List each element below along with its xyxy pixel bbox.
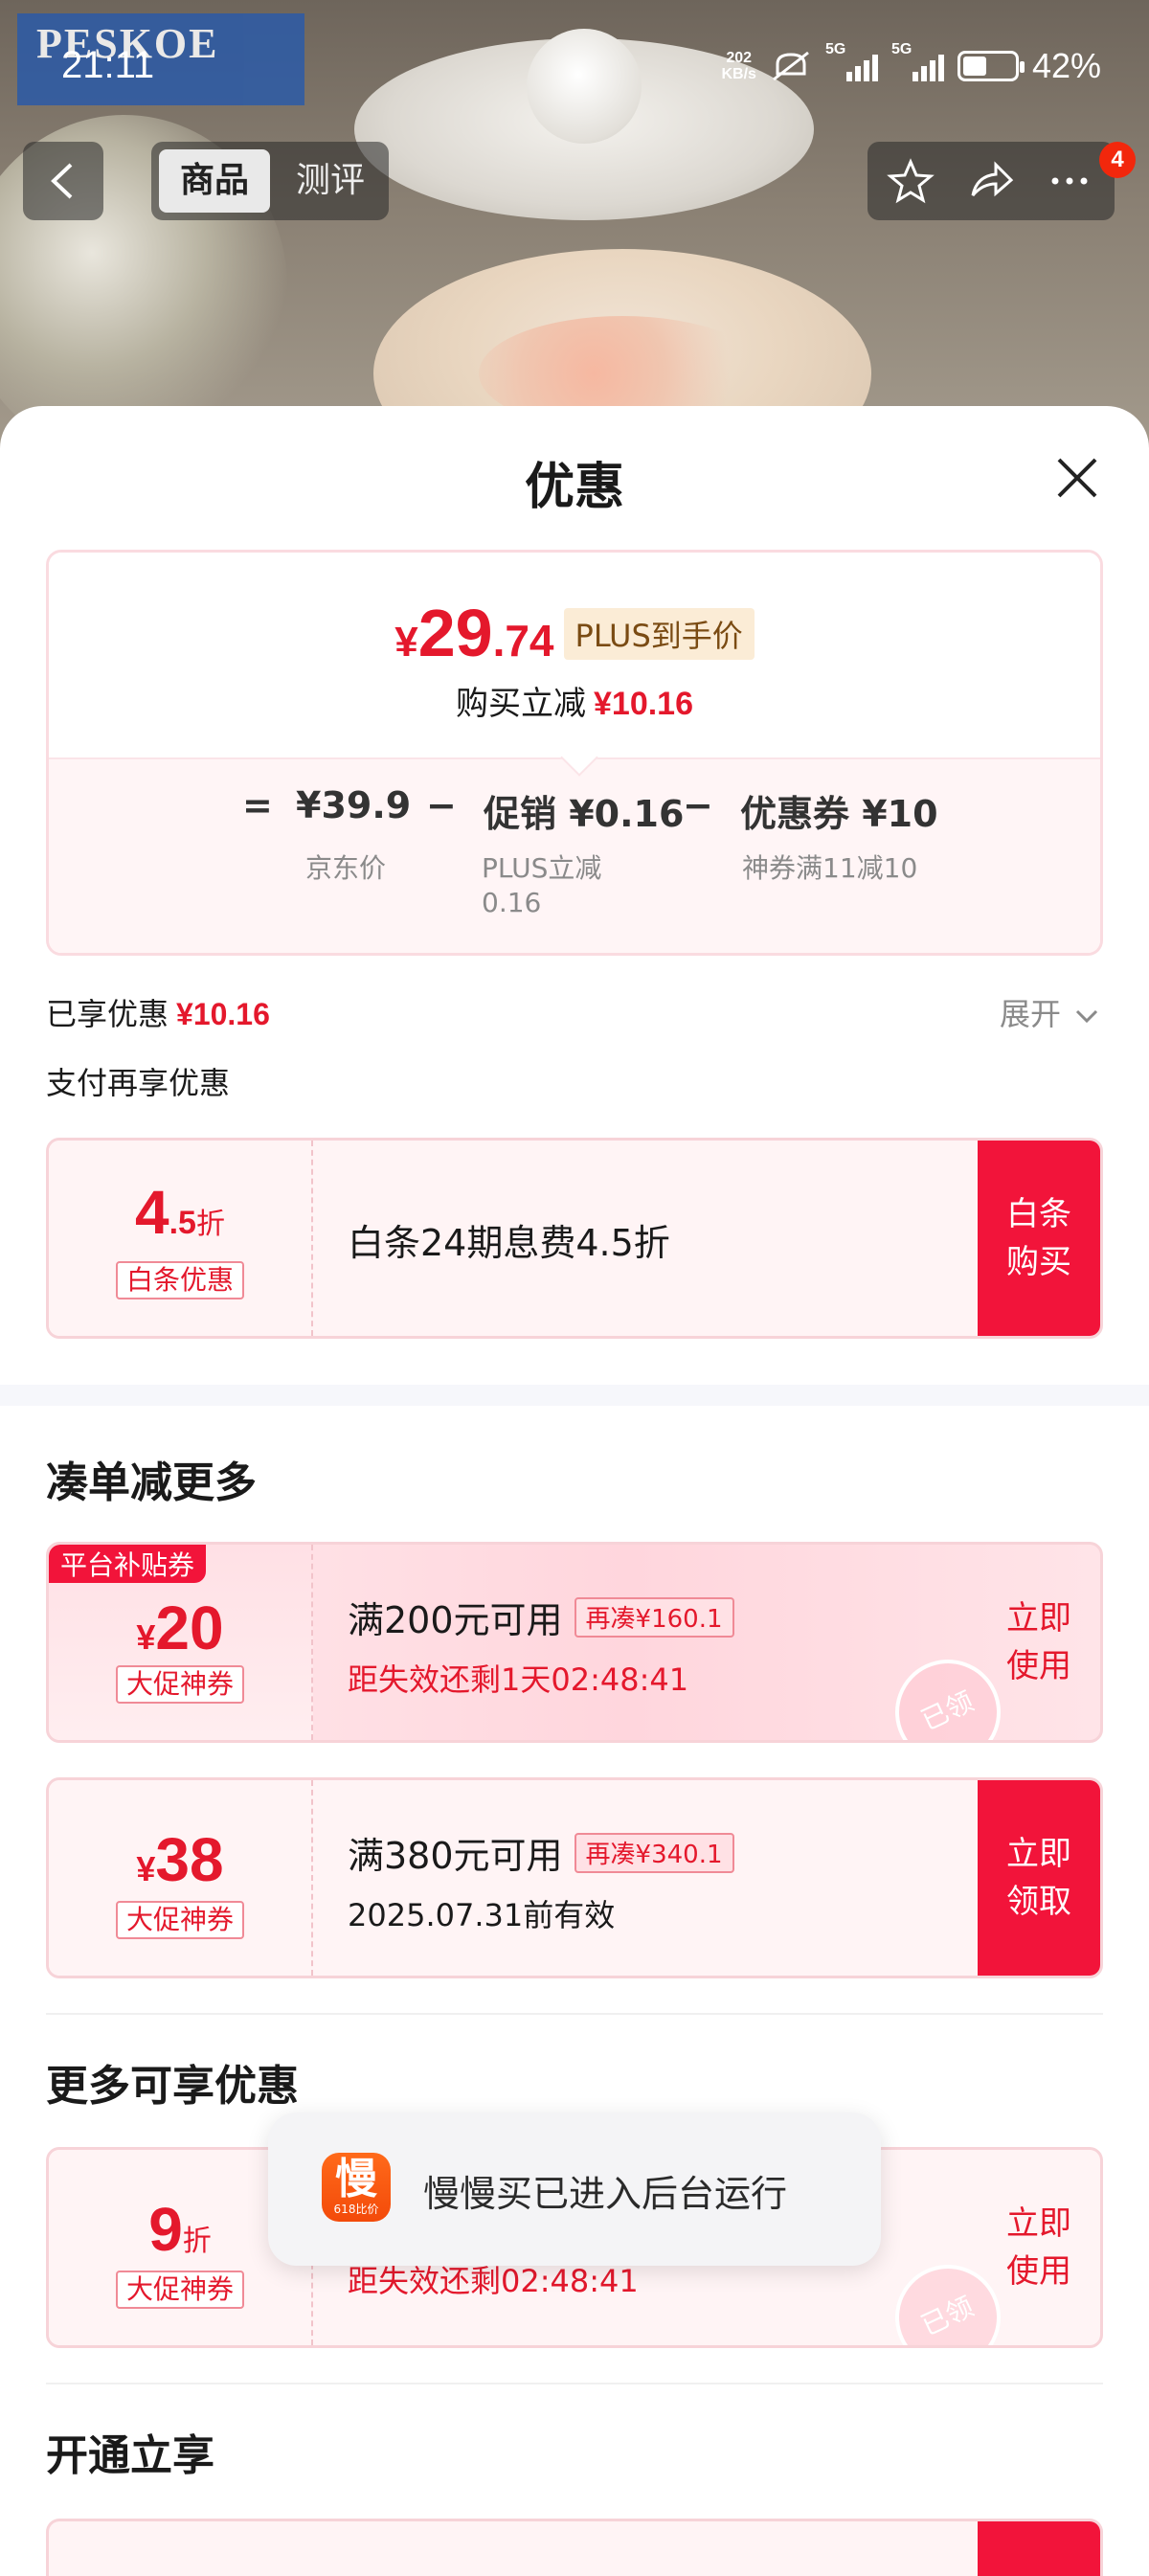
coupon-card: 平台补贴券 ¥20 大促神券 满200元可用 再凑¥160.1 距失效还剩1天02… (46, 1542, 1103, 1743)
price-summary: ¥29.74 PLUS到手价 购买立减 ¥10.16 = ¥39.9 − 促销 ¥0… (46, 550, 1103, 956)
baitiao-tag: 白条优惠 (116, 1261, 244, 1299)
coupon-card (46, 2519, 1103, 2576)
baitiao-value: 4.5折 (135, 1178, 225, 1247)
pay-more-label: 支付再享优惠 (46, 1065, 231, 1101)
section-more-title: 凑单减更多 (46, 1458, 257, 1507)
calc-minus-1: − (426, 784, 457, 826)
status-bar: 21:11 202 KB/s 5G 5G 42% (0, 38, 1149, 96)
battery-percent: 42% (1031, 46, 1101, 85)
share-icon[interactable] (967, 157, 1015, 205)
net-speed: 202 KB/s (721, 50, 756, 82)
coupon-card: ¥38 大促神券 满380元可用 再凑¥340.1 2025.07.31前有效 立… (46, 1777, 1103, 1978)
calc-minus-2: − (683, 784, 713, 826)
tab-product[interactable]: 商品 (159, 149, 270, 213)
mute-icon (773, 51, 809, 81)
signal-icon-2: 5G (891, 41, 944, 81)
notification-badge: 4 (1099, 142, 1136, 178)
calc-equals: = (242, 784, 273, 826)
open-card-action[interactable] (978, 2521, 1100, 2576)
back-icon (51, 163, 73, 199)
expand-button[interactable]: 展开 (1000, 990, 1099, 1034)
final-price: ¥29.74 PLUS到手价 (49, 595, 1100, 671)
nav-actions (867, 142, 1115, 220)
section-gap (0, 1385, 1149, 1406)
signal-icon-1: 5G (825, 41, 878, 81)
section-extra-title: 更多可享优惠 (46, 2062, 299, 2111)
star-icon[interactable] (887, 157, 935, 205)
reduce-line: 购买立减 ¥10.16 (456, 685, 693, 723)
app-logo-icon: 慢 618比价 (322, 2153, 391, 2222)
baitiao-title: 白条24期息费4.5折 (348, 1222, 670, 1264)
use-coupon-button[interactable]: 立即 使用 (978, 2150, 1100, 2345)
background-toast: 慢 618比价 慢慢买已进入后台运行 (268, 2113, 881, 2266)
baitiao-buy-button[interactable]: 白条 购买 (978, 1141, 1100, 1336)
battery-icon (957, 51, 1025, 81)
claim-coupon-button[interactable]: 立即 领取 (978, 1780, 1100, 1976)
close-icon[interactable] (1053, 454, 1101, 502)
tab-review[interactable]: 测评 (280, 149, 381, 213)
coupon-tag: 大促神券 (116, 2271, 244, 2309)
enjoyed-discount: 已享优惠 ¥10.16 (46, 996, 270, 1032)
more-icon[interactable] (1046, 157, 1093, 205)
divider (46, 2013, 1103, 2015)
use-coupon-button[interactable]: 立即 使用 (978, 1545, 1100, 1740)
coupon-label: 神券满11减10 (742, 852, 918, 884)
baitiao-card: 4.5折 白条优惠 白条24期息费4.5折 白条 购买 (46, 1138, 1103, 1339)
coupon-title: 满380元可用 再凑¥340.1 (348, 1826, 734, 1879)
coupon-gap-chip: 再凑¥340.1 (574, 1833, 734, 1873)
jd-price-label: 京东价 (305, 852, 387, 884)
sheet-title: 优惠 (524, 459, 624, 516)
coupon-countdown: 距失效还剩1天02:48:41 (348, 1661, 689, 1698)
promo-amount: 促销 ¥0.16 (484, 793, 685, 835)
coupon-tag: 大促神券 (116, 1901, 244, 1939)
coupon-gap-chip: 再凑¥160.1 (574, 1597, 734, 1638)
tab-switcher: 商品 测评 (151, 142, 389, 220)
section-open-title: 开通立享 (46, 2431, 214, 2480)
coupon-value: ¥20 (136, 1593, 224, 1662)
coupon-tag: 大促神券 (116, 1665, 244, 1704)
coupon-expiry: 2025.07.31前有效 (348, 1897, 616, 1933)
status-time: 21:11 (61, 44, 155, 86)
back-button[interactable] (23, 142, 103, 220)
coupon-value: ¥38 (136, 1825, 224, 1894)
jd-price: ¥39.9 (296, 784, 412, 826)
promo-label: PLUS立减 0.16 (482, 852, 602, 918)
subsidy-corner-tag: 平台补贴券 (49, 1545, 207, 1583)
coupon-amount: 优惠券 ¥10 (740, 793, 938, 835)
divider (46, 2383, 1103, 2384)
toast-message: 慢慢买已进入后台运行 (423, 2173, 788, 2215)
coupon-title: 满200元可用 再凑¥160.1 (348, 1591, 734, 1643)
plus-price-tag: PLUS到手价 (563, 608, 755, 660)
chevron-down-icon (1076, 1009, 1098, 1024)
